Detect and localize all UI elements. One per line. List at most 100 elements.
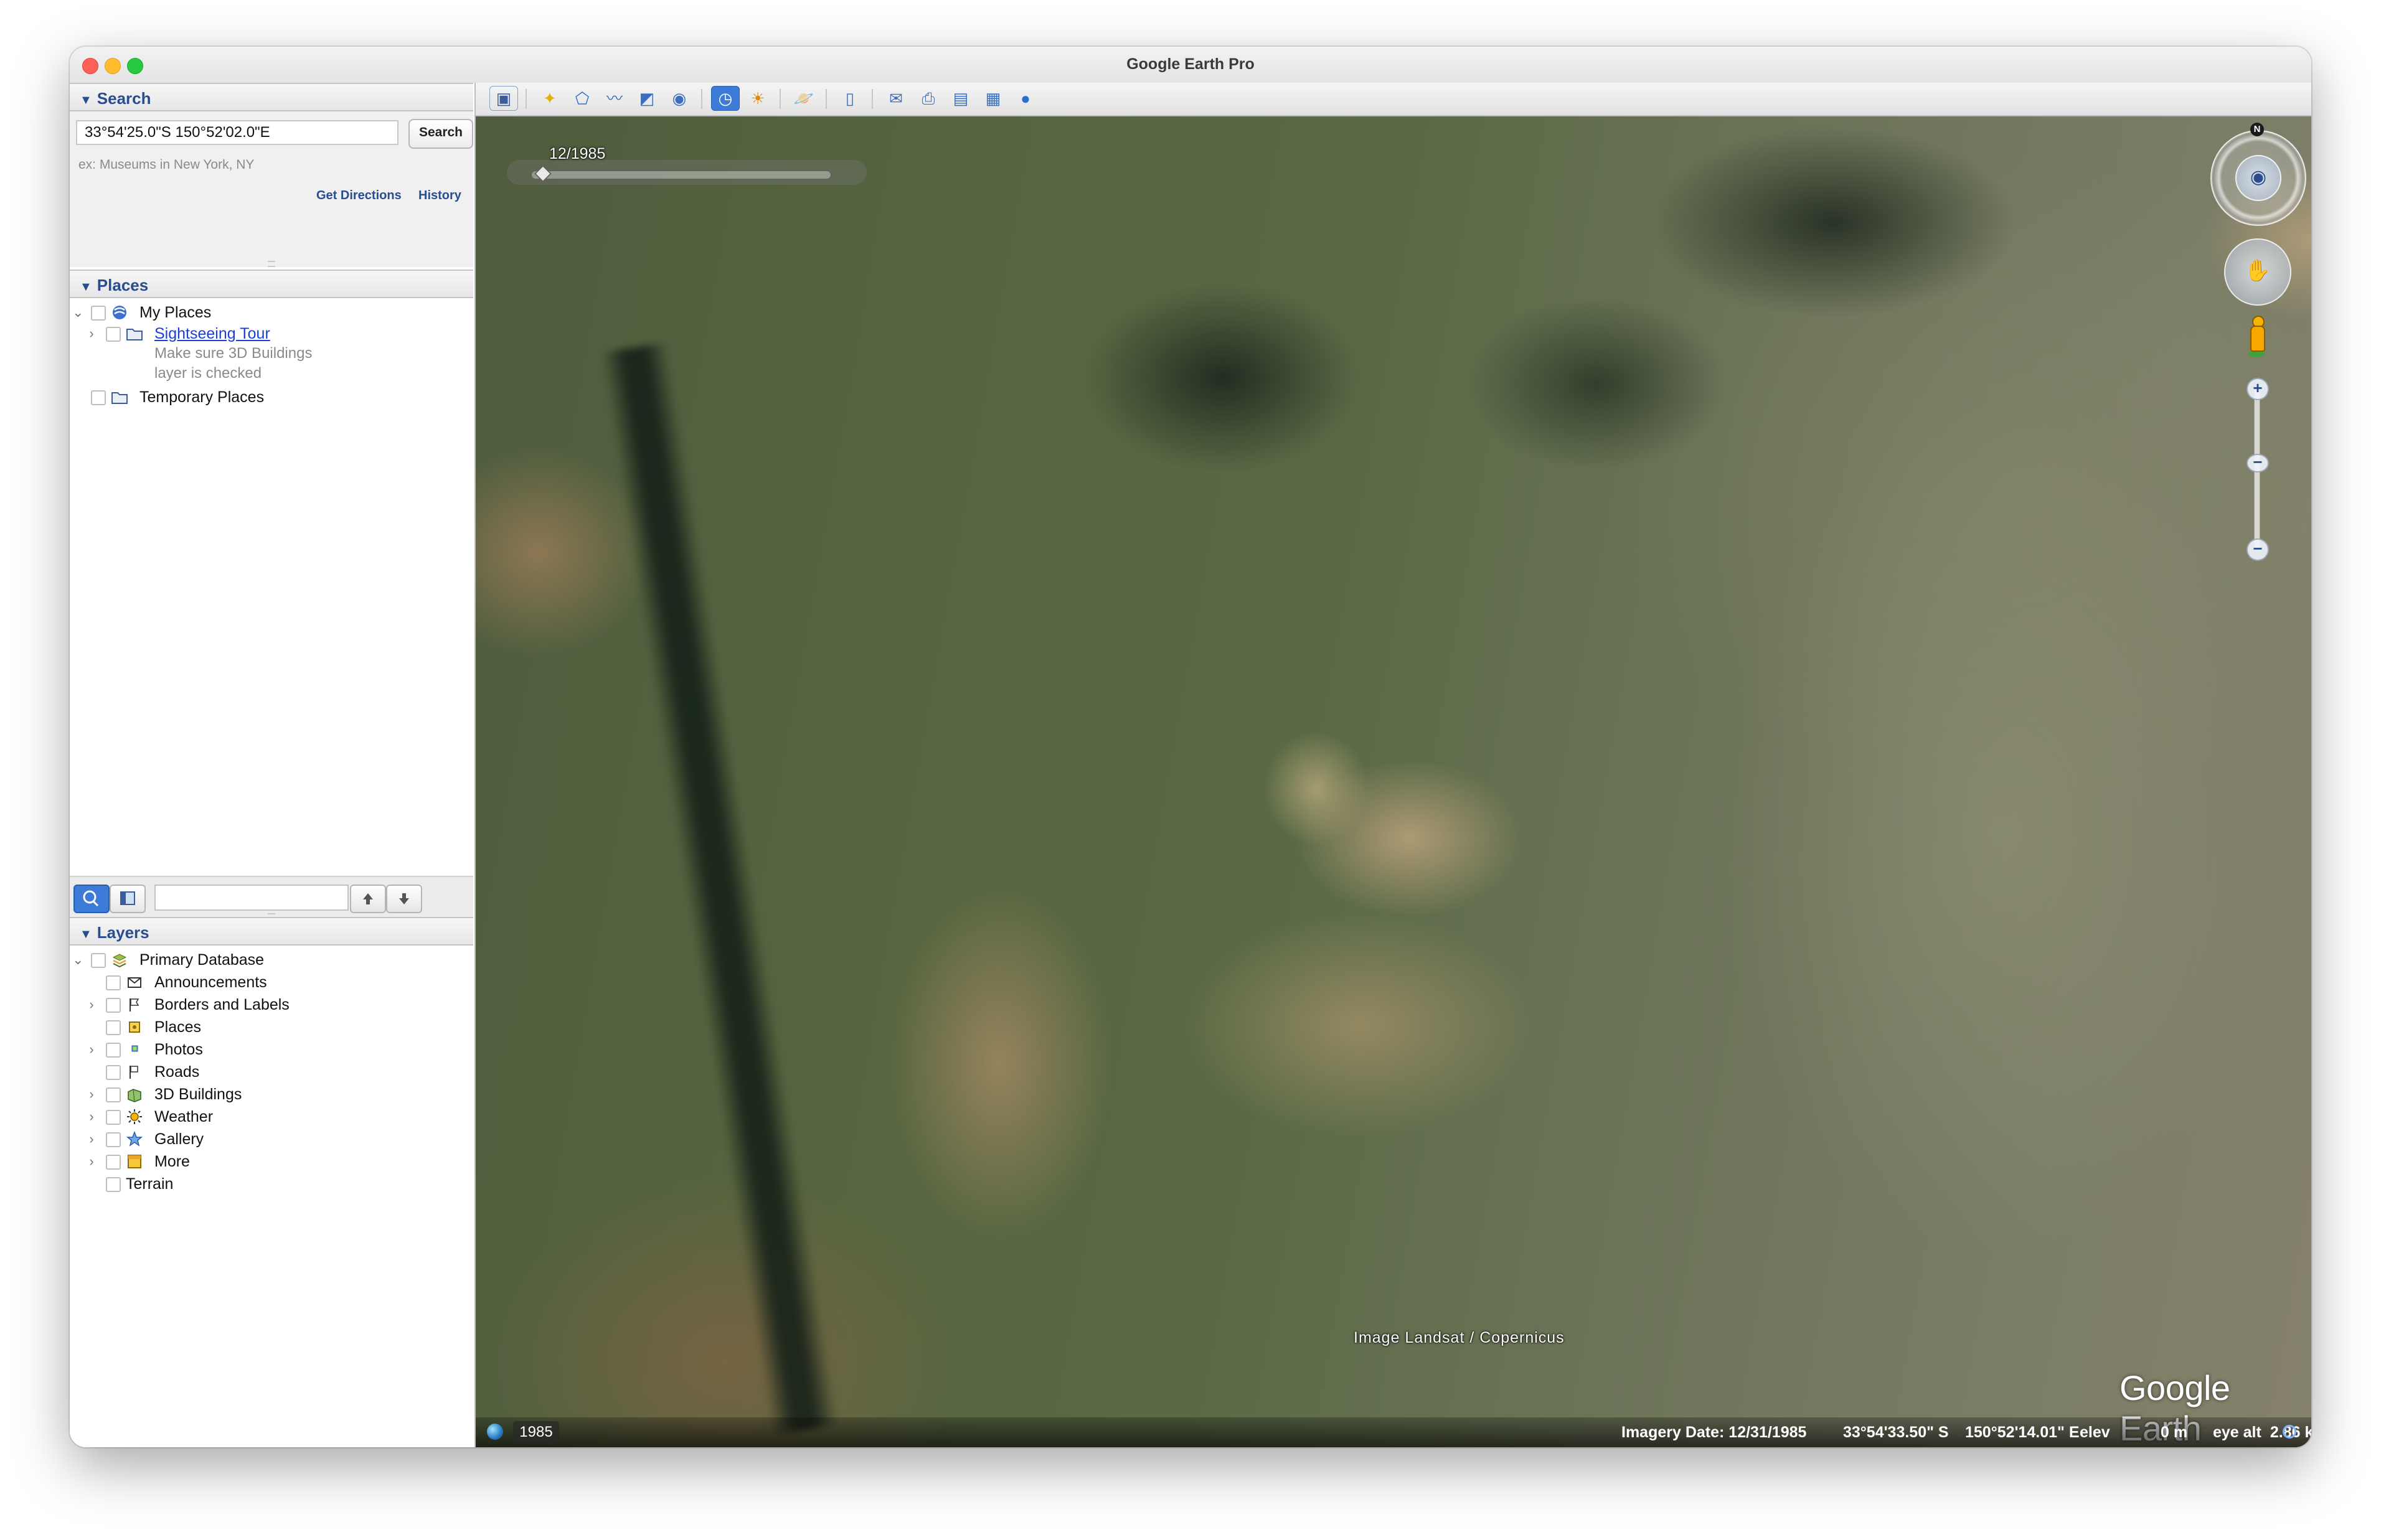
sidebar-toggle-button[interactable]: ▣ <box>489 86 518 111</box>
longitude-readout: 150°52'14.01" E <box>1965 1424 2080 1441</box>
add-polygon-button[interactable]: ⬠ <box>568 86 596 111</box>
search-panel-header[interactable]: ▼ Search <box>70 83 473 111</box>
layer-checkbox[interactable] <box>106 998 121 1013</box>
places-filter-field[interactable] <box>154 885 349 911</box>
move-up-button[interactable] <box>350 885 386 913</box>
search-panel: 33°54'25.0"S 150°52'02.0"E Search ex: Mu… <box>70 111 473 267</box>
places-panel-header[interactable]: ▼ Places <box>70 270 473 298</box>
layer-gallery[interactable]: › Gallery <box>70 1129 468 1150</box>
historical-imagery-slider[interactable] <box>507 160 867 185</box>
database-icon <box>111 951 128 969</box>
magnifier-icon <box>83 890 99 907</box>
eye-icon: ◉ <box>2250 167 2267 187</box>
layer-borders-and-labels[interactable]: › Borders and Labels <box>70 994 468 1015</box>
historical-imagery-button[interactable]: ◷ <box>711 86 740 111</box>
layer-roads[interactable]: Roads <box>70 1061 468 1082</box>
look-joystick[interactable]: ◉ <box>2235 155 2281 201</box>
chevron-right-icon[interactable]: › <box>86 994 97 1015</box>
move-joystick[interactable]: ✋ <box>2224 238 2291 306</box>
layer-checkbox[interactable] <box>106 1087 121 1102</box>
add-image-overlay-button[interactable]: ◩ <box>633 86 661 111</box>
search-places-button[interactable] <box>73 885 110 913</box>
layer-checkbox[interactable] <box>91 953 106 968</box>
toolbar-separator <box>780 89 781 109</box>
chevron-right-icon[interactable]: › <box>86 1084 97 1105</box>
zoom-in-button[interactable]: + <box>2247 378 2269 400</box>
layers-panel-header[interactable]: ▼ Layers <box>70 917 473 946</box>
north-indicator[interactable]: N <box>2250 123 2264 136</box>
chevron-right-icon[interactable]: › <box>86 323 97 344</box>
search-input[interactable]: 33°54'25.0"S 150°52'02.0"E <box>76 120 398 145</box>
earth-gallery-button[interactable]: ● <box>1011 86 1040 111</box>
layer-checkbox[interactable] <box>106 1177 121 1192</box>
layer-checkbox[interactable] <box>106 1132 121 1147</box>
chevron-right-icon[interactable]: › <box>86 1106 97 1127</box>
print-button[interactable]: ⎙ <box>914 86 943 111</box>
layer-checkbox[interactable] <box>106 1110 121 1125</box>
chevron-right-icon[interactable]: › <box>86 1151 97 1172</box>
places-checkbox[interactable] <box>91 306 106 321</box>
globe-icon[interactable] <box>487 1424 503 1440</box>
layer-places[interactable]: Places <box>70 1016 468 1038</box>
search-panel-title: Search <box>97 89 151 108</box>
layer-checkbox[interactable] <box>106 1155 121 1170</box>
print-icon: ⎙ <box>922 89 935 108</box>
places-panel-title: Places <box>97 276 149 294</box>
time-slider-track[interactable] <box>530 170 832 180</box>
my-places-icon <box>111 304 128 321</box>
chevron-down-icon[interactable]: ⌄ <box>72 949 83 970</box>
places-item-temporary-places[interactable]: Temporary Places <box>70 387 468 408</box>
places-item-my-places[interactable]: ⌄ My Places <box>70 302 468 323</box>
layer-checkbox[interactable] <box>106 975 121 990</box>
add-placemark-button[interactable]: ✦ <box>535 86 564 111</box>
layer-checkbox[interactable] <box>106 1020 121 1035</box>
chevron-down-icon[interactable]: ⌄ <box>72 302 83 323</box>
sunlight-button[interactable]: ☀ <box>743 86 772 111</box>
save-image-button[interactable]: ▤ <box>946 86 975 111</box>
ruler-button[interactable]: ▯ <box>836 86 864 111</box>
get-directions-link[interactable]: Get Directions <box>316 189 402 203</box>
move-down-button[interactable] <box>386 885 422 913</box>
street-view-pegman[interactable] <box>2248 316 2265 358</box>
layer-primary-database[interactable]: ⌄ Primary Database <box>70 949 468 970</box>
layer-announcements[interactable]: Announcements <box>70 972 468 993</box>
collapse-triangle-icon: ▼ <box>80 93 92 107</box>
toolbar-separator <box>526 89 527 109</box>
add-path-button[interactable]: 〰 <box>600 86 629 111</box>
places-icon <box>126 1018 143 1036</box>
layer-checkbox[interactable] <box>106 1065 121 1080</box>
map-viewport[interactable]: 12/1985 N ◉ ✋ + − − Image Landsat / Cope… <box>476 116 2311 1447</box>
layer-photos[interactable]: › Photos <box>70 1039 468 1060</box>
planets-button[interactable]: 🪐 <box>790 86 818 111</box>
resize-grip[interactable] <box>268 261 275 267</box>
search-button[interactable]: Search <box>408 119 473 149</box>
places-toolbar <box>70 876 473 919</box>
folder-icon <box>111 388 128 406</box>
layer-terrain[interactable]: Terrain <box>70 1173 468 1195</box>
places-item-sightseeing-tour[interactable]: › Sightseeing Tour <box>70 323 468 344</box>
show-panel-button[interactable] <box>110 885 146 913</box>
zoom-out-button[interactable]: − <box>2247 538 2269 561</box>
email-button[interactable]: ✉ <box>882 86 910 111</box>
road-icon <box>126 1063 143 1081</box>
layer-label: Primary Database <box>139 951 265 969</box>
places-checkbox[interactable] <box>91 390 106 405</box>
places-checkbox[interactable] <box>106 327 121 342</box>
zoom-slider-thumb[interactable]: − <box>2247 454 2269 472</box>
main-toolbar: ▣ ✦ ⬠ 〰 ◩ ◉ ◷ ☀ 🪐 ▯ ✉ ⎙ ▤ ▦ ● <box>476 83 2311 116</box>
chevron-right-icon[interactable]: › <box>86 1129 97 1150</box>
layer-3d-buildings[interactable]: › 3D Buildings <box>70 1084 468 1105</box>
places-item-note: Make sure 3D Buildings <box>154 345 313 362</box>
layer-more[interactable]: › More <box>70 1151 468 1172</box>
places-item-label[interactable]: Sightseeing Tour <box>154 323 270 344</box>
save-image-icon: ▤ <box>953 89 969 108</box>
layer-checkbox[interactable] <box>106 1043 121 1058</box>
path-icon: 〰 <box>606 89 623 108</box>
chevron-right-icon[interactable]: › <box>86 1039 97 1060</box>
record-tour-button[interactable]: ◉ <box>665 86 694 111</box>
hand-icon: ✋ <box>2244 259 2271 283</box>
sidebar: ▼ Search 33°54'25.0"S 150°52'02.0"E Searc… <box>70 83 476 1447</box>
layer-weather[interactable]: › Weather <box>70 1106 468 1127</box>
history-link[interactable]: History <box>418 189 461 203</box>
view-in-maps-button[interactable]: ▦ <box>979 86 1007 111</box>
